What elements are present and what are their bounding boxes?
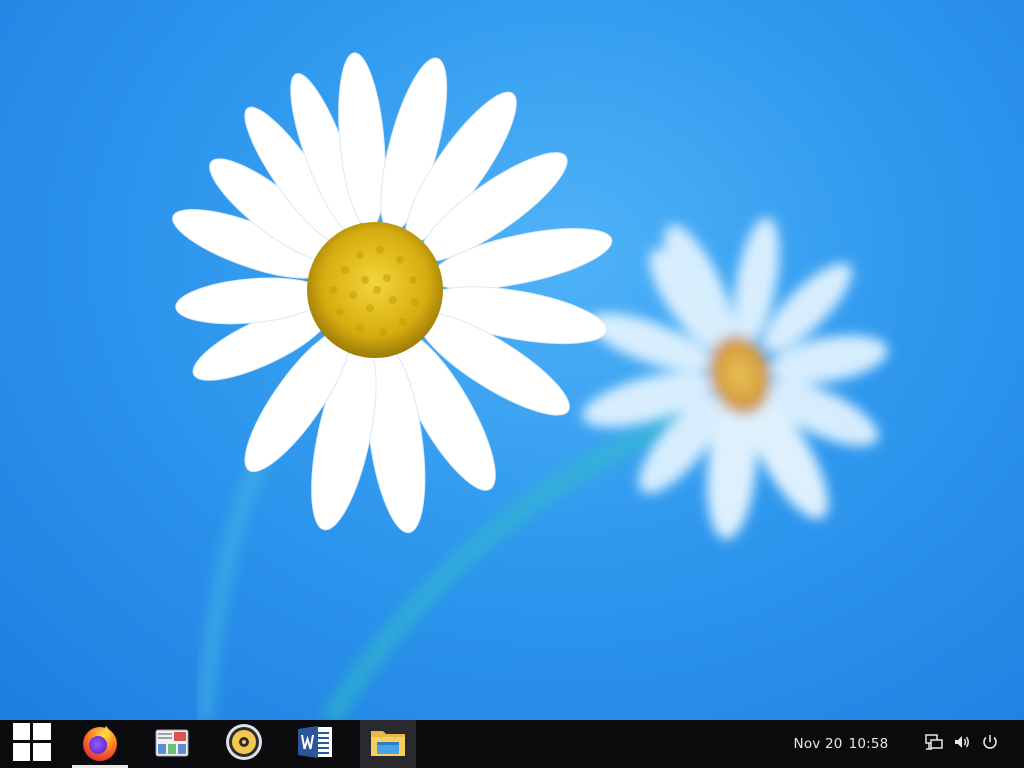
daisy-wallpaper-image: [172, 52, 888, 720]
taskbar-app-music-player[interactable]: [216, 720, 272, 768]
clock[interactable]: Nov 20 10:58: [786, 720, 896, 768]
file-explorer-icon: [368, 722, 408, 766]
music-player-icon: [224, 722, 264, 766]
taskbar-app-mail[interactable]: [144, 720, 200, 768]
network-icon: [925, 733, 943, 755]
word-icon: [296, 722, 336, 766]
taskbar: Nov 20 10:58: [0, 720, 1024, 768]
taskbar-app-firefox[interactable]: [72, 720, 128, 768]
time-text: 10:58: [848, 736, 889, 752]
start-button[interactable]: [0, 720, 64, 768]
windows-logo-icon: [12, 722, 52, 766]
taskbar-app-file-explorer[interactable]: [360, 720, 416, 768]
volume-button[interactable]: [948, 720, 976, 768]
power-icon: [981, 733, 999, 755]
taskbar-app-word[interactable]: [288, 720, 344, 768]
power-button[interactable]: [976, 720, 1004, 768]
mail-icon: [152, 722, 192, 766]
desktop-wallpaper: [0, 0, 1024, 720]
volume-icon: [953, 733, 971, 755]
network-button[interactable]: [920, 720, 948, 768]
date-text: Nov 20: [793, 736, 843, 752]
firefox-icon: [80, 722, 120, 766]
